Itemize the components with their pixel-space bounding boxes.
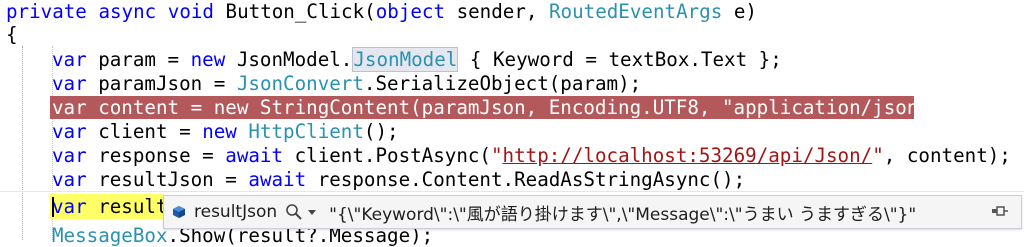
type-name: MessageBox (52, 224, 168, 247)
code-text: client.PostAsync( (283, 144, 491, 167)
code-line-2[interactable]: { (6, 23, 18, 46)
datatip-value[interactable]: "{\"Keyword\":\"風が語り掛けます\",\"Message\":\… (329, 200, 916, 225)
code-text: response.Content.ReadAsStringAsync(); (306, 168, 746, 191)
chevron-down-icon[interactable] (307, 207, 317, 217)
code-text: paramJson = (86, 72, 237, 95)
keyword: var (52, 144, 87, 167)
code-text: var content = new StringContent(paramJso… (52, 96, 954, 119)
code-text: { Keyword = textBox.Text }; (458, 48, 782, 71)
keyword: new (190, 48, 226, 71)
code-text: JsonModel. (225, 48, 353, 71)
keyword: async (98, 0, 157, 23)
code-text: , content); (883, 144, 1011, 167)
method-signature: Button_Click( (213, 0, 376, 23)
code-line-4[interactable]: var paramJson = JsonConvert.SerializeObj… (52, 72, 641, 95)
keyword: var (52, 120, 87, 143)
code-line-8[interactable]: var resultJson = await response.Content.… (52, 168, 745, 191)
keyword: await (248, 168, 307, 191)
line-separator (0, 191, 1024, 192)
string-quote: " (490, 144, 503, 167)
code-text: (); (363, 120, 399, 143)
code-text: result (86, 195, 168, 218)
pin-icon[interactable] (991, 204, 1009, 218)
url-link[interactable]: http://localhost:53269/api/Json/ (503, 144, 873, 167)
type-name: HttpClient (236, 120, 364, 143)
code-line-3[interactable]: var param = new JsonModel.JsonModel { Ke… (52, 47, 782, 72)
text-caret (52, 197, 54, 217)
code-editor[interactable]: private async void Button_Click(object s… (0, 0, 1024, 247)
param-text: sender, (445, 0, 549, 23)
type-name: RoutedEventArgs (549, 0, 723, 23)
keyword: void (167, 0, 214, 23)
breakpoint-line-highlight[interactable]: var content = new StringContent(paramJso… (50, 96, 953, 119)
code-line-5: var content = new StringContent(paramJso… (52, 96, 953, 119)
code-line-7[interactable]: var response = await client.PostAsync("h… (52, 144, 1011, 167)
keyword: var (52, 168, 87, 191)
code-text: response = (86, 144, 226, 167)
string-quote: " (872, 144, 884, 167)
indent-guide (22, 46, 23, 240)
code-line-9[interactable]: var result (52, 195, 168, 218)
open-brace: { (6, 23, 18, 46)
datatip-variable-name: resultJson (194, 202, 278, 222)
keyword: new (202, 120, 237, 143)
keyword: var (52, 48, 87, 71)
debugger-datatip[interactable]: resultJson "{\"Keyword\":\"風が語り掛けます\",\"… (163, 195, 1022, 229)
highlighted-type-name: JsonModel (352, 47, 459, 72)
visualizer-magnifier-icon[interactable] (285, 203, 303, 221)
code-text: client = (86, 120, 203, 143)
code-text: resultJson = (86, 168, 249, 191)
type-name: JsonConvert (236, 72, 364, 95)
code-line-6[interactable]: var client = new HttpClient(); (52, 120, 399, 143)
keyword: object (375, 0, 446, 23)
param-text: e) (722, 0, 757, 23)
keyword: private (6, 0, 87, 23)
local-variable-icon (172, 205, 186, 219)
keyword: var (52, 195, 87, 218)
code-line-1[interactable]: private async void Button_Click(object s… (6, 0, 757, 23)
keyword: await (225, 144, 284, 167)
code-text: param = (86, 48, 191, 71)
keyword: var (52, 72, 87, 95)
code-text: .SerializeObject(param); (363, 72, 642, 95)
